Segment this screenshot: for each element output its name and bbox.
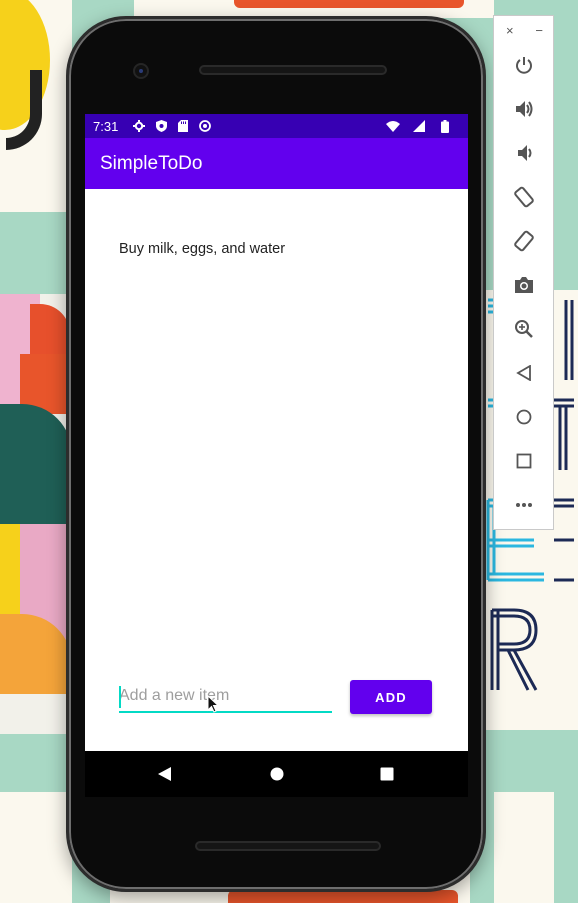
home-icon[interactable]	[262, 759, 292, 789]
app-bar: SimpleToDo	[85, 138, 468, 189]
overview-icon[interactable]	[508, 445, 540, 477]
background-poster	[494, 792, 554, 903]
list-item-text: Buy milk, eggs, and water	[119, 241, 286, 257]
front-camera	[133, 63, 149, 79]
volume-down-icon[interactable]	[508, 137, 540, 169]
status-time: 7:31	[93, 118, 119, 134]
zoom-icon[interactable]	[508, 313, 540, 345]
settings-icon	[132, 119, 146, 133]
sync-icon	[198, 119, 212, 133]
earpiece-speaker	[199, 65, 387, 75]
background-poster	[0, 294, 72, 734]
app-title: SimpleToDo	[100, 152, 203, 174]
list-item[interactable]: Buy milk, eggs, and water	[85, 189, 468, 313]
new-item-input[interactable]	[119, 683, 332, 713]
power-icon[interactable]	[508, 49, 540, 81]
overview-icon[interactable]	[372, 759, 402, 789]
back-icon[interactable]	[508, 357, 540, 389]
status-bar: 7:31	[85, 114, 468, 138]
shield-icon	[154, 119, 168, 133]
device-screen: 7:31 SimpleToDo Buy milk, eggs, and wate…	[85, 114, 468, 751]
bottom-speaker	[195, 841, 381, 851]
sd-card-icon	[176, 119, 190, 133]
minimize-icon[interactable]: −	[535, 24, 543, 46]
add-button[interactable]: ADD	[350, 680, 432, 714]
home-icon[interactable]	[508, 401, 540, 433]
wifi-icon	[386, 119, 400, 133]
volume-up-icon[interactable]	[508, 93, 540, 125]
background-poster	[0, 0, 72, 212]
background-poster	[0, 792, 72, 903]
rotate-right-icon[interactable]	[508, 225, 540, 257]
more-icon[interactable]	[508, 489, 540, 521]
close-icon[interactable]: ×	[506, 24, 514, 46]
back-icon[interactable]	[150, 759, 180, 789]
battery-icon	[438, 119, 452, 133]
text-cursor	[119, 686, 121, 708]
mouse-pointer-icon	[207, 694, 220, 718]
navigation-bar	[85, 751, 468, 797]
camera-icon[interactable]	[508, 269, 540, 301]
todo-list[interactable]: Buy milk, eggs, and water	[85, 189, 468, 313]
signal-icon	[412, 119, 426, 133]
composer-row: ADD	[85, 676, 468, 726]
emulator-toolbar: × −	[493, 15, 554, 530]
rotate-left-icon[interactable]	[508, 181, 540, 213]
